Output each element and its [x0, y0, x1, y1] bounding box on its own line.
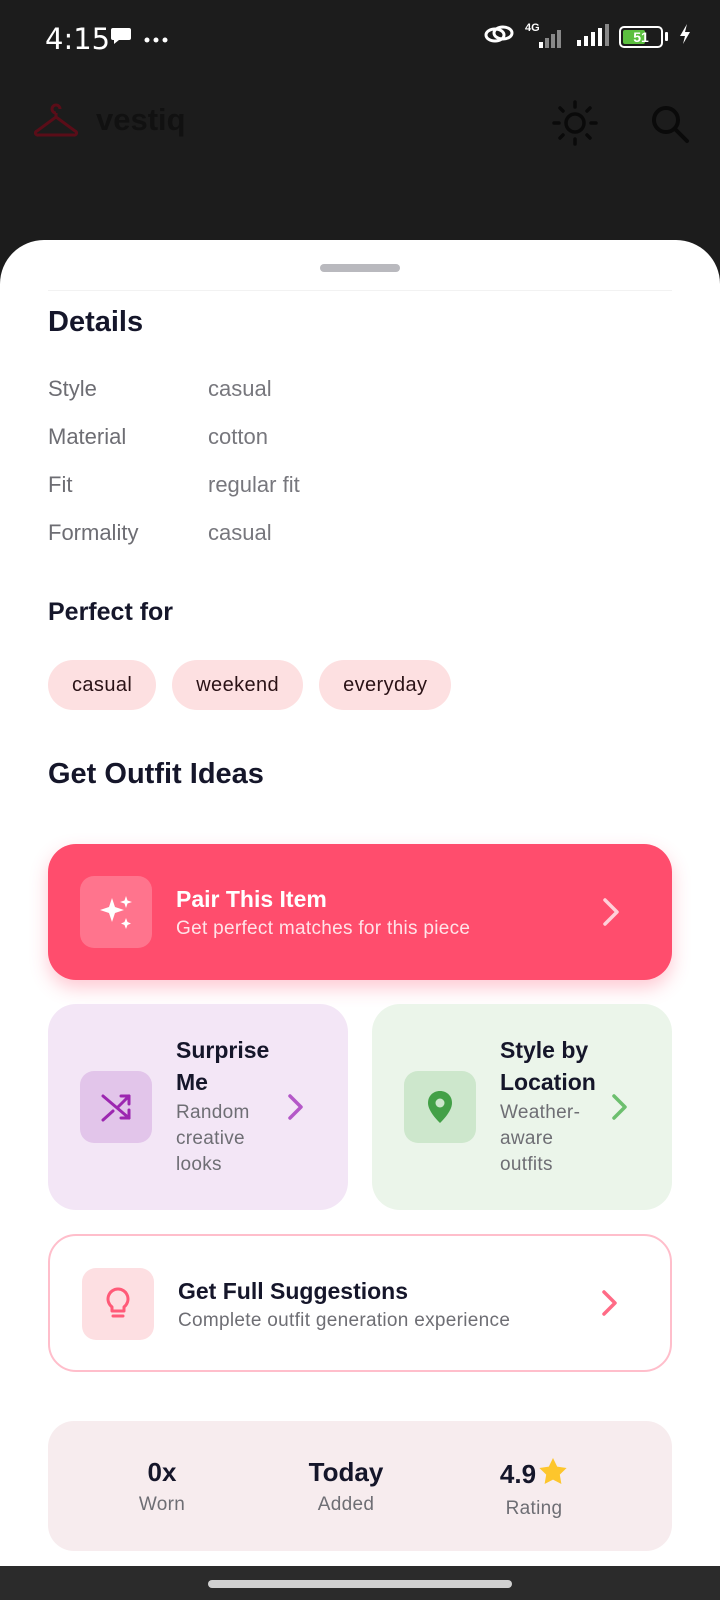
- item-detail-sheet: Details Style casual Material cotton Fit…: [0, 240, 720, 1566]
- chevron-right-icon: [286, 1092, 306, 1127]
- charging-bolt-icon: [678, 23, 692, 50]
- battery-level: 51: [633, 28, 649, 45]
- location-title: Style by Location: [500, 1037, 596, 1095]
- style-by-location-button[interactable]: Style by Location Weather-aware outfits: [372, 1004, 672, 1210]
- search-icon[interactable]: [650, 104, 690, 149]
- surprise-me-button[interactable]: Surprise Me Random creative looks: [48, 1004, 348, 1210]
- home-gesture-handle[interactable]: [208, 1580, 512, 1588]
- location-pin-icon: [404, 1071, 476, 1143]
- detail-label: Formality: [48, 520, 139, 545]
- surprise-subtitle: Random creative looks: [176, 1102, 250, 1175]
- app-title: vestiq: [96, 102, 186, 137]
- detail-row-formality: Formality casual: [48, 520, 648, 554]
- chevron-right-icon: [600, 1288, 620, 1323]
- more-dots-icon: [144, 30, 168, 48]
- location-subtitle: Weather-aware outfits: [500, 1102, 581, 1175]
- detail-label: Style: [48, 376, 97, 401]
- detail-value: cotton: [208, 424, 268, 449]
- detail-value: casual: [208, 520, 272, 545]
- stat-label: Added: [317, 1494, 375, 1515]
- hanger-icon: [34, 103, 78, 142]
- detail-value: casual: [208, 376, 272, 401]
- get-full-suggestions-button[interactable]: Get Full Suggestions Complete outfit gen…: [48, 1234, 672, 1372]
- chevron-right-icon: [600, 896, 622, 933]
- stat-value: Today: [308, 1457, 384, 1487]
- detail-label: Material: [48, 424, 127, 449]
- surprise-title: Surprise Me: [176, 1037, 270, 1095]
- chat-bubble-icon: [110, 26, 132, 51]
- stat-label: Worn: [138, 1494, 186, 1515]
- full-suggestions-title: Get Full Suggestions: [178, 1278, 409, 1304]
- stat-added: Today Added: [266, 1457, 426, 1516]
- drag-handle[interactable]: [320, 264, 400, 272]
- full-suggestions-subtitle: Complete outfit generation experience: [178, 1310, 511, 1331]
- stat-value: 0x: [147, 1457, 177, 1487]
- detail-row-fit: Fit regular fit: [48, 472, 648, 506]
- sparkles-icon: [80, 876, 152, 948]
- tag-chip[interactable]: casual: [48, 660, 157, 710]
- stat-rating: 4.9 Rating: [454, 1457, 614, 1520]
- app-bar: vestiq: [0, 78, 720, 168]
- lightbulb-icon: [82, 1268, 154, 1340]
- star-icon: [538, 1457, 568, 1492]
- stat-value: 4.9: [499, 1459, 537, 1489]
- system-navigation-bar: [0, 1566, 720, 1600]
- battery-icon: 51: [619, 25, 663, 48]
- pair-title: Pair This Item: [176, 886, 327, 912]
- tag-chip[interactable]: weekend: [172, 660, 304, 710]
- detail-row-material: Material cotton: [48, 424, 648, 458]
- stat-label: Rating: [505, 1498, 563, 1519]
- details-title: Details: [48, 306, 144, 338]
- tag-chip[interactable]: everyday: [319, 660, 452, 710]
- link-icon: [483, 22, 515, 51]
- detail-label: Fit: [48, 472, 73, 497]
- shuffle-icon: [80, 1071, 152, 1143]
- screen: 4:15 4G 51 vestiq Details Style casual M…: [0, 0, 720, 1600]
- pair-subtitle: Get perfect matches for this piece: [176, 918, 471, 939]
- signal-4g-icon: 4G: [525, 22, 565, 50]
- status-right: 4G 51: [483, 22, 692, 51]
- stat-worn: 0x Worn: [82, 1457, 242, 1516]
- status-bar: 4:15 4G 51: [0, 0, 720, 78]
- pair-this-item-button[interactable]: Pair This Item Get perfect matches for t…: [48, 844, 672, 980]
- item-stats: 0x Worn Today Added 4.9 Rating: [48, 1421, 672, 1551]
- occasion-tags: casual weekend everyday: [48, 660, 452, 710]
- status-notification-icons: [110, 26, 168, 51]
- perfect-for-title: Perfect for: [48, 598, 174, 626]
- chevron-right-icon: [610, 1092, 630, 1127]
- outfit-ideas-title: Get Outfit Ideas: [48, 758, 264, 790]
- sun-icon[interactable]: [552, 100, 598, 151]
- status-time: 4:15: [45, 22, 111, 56]
- signal-bars-icon: [575, 22, 609, 51]
- detail-value: regular fit: [208, 472, 300, 497]
- detail-row-style: Style casual: [48, 376, 648, 410]
